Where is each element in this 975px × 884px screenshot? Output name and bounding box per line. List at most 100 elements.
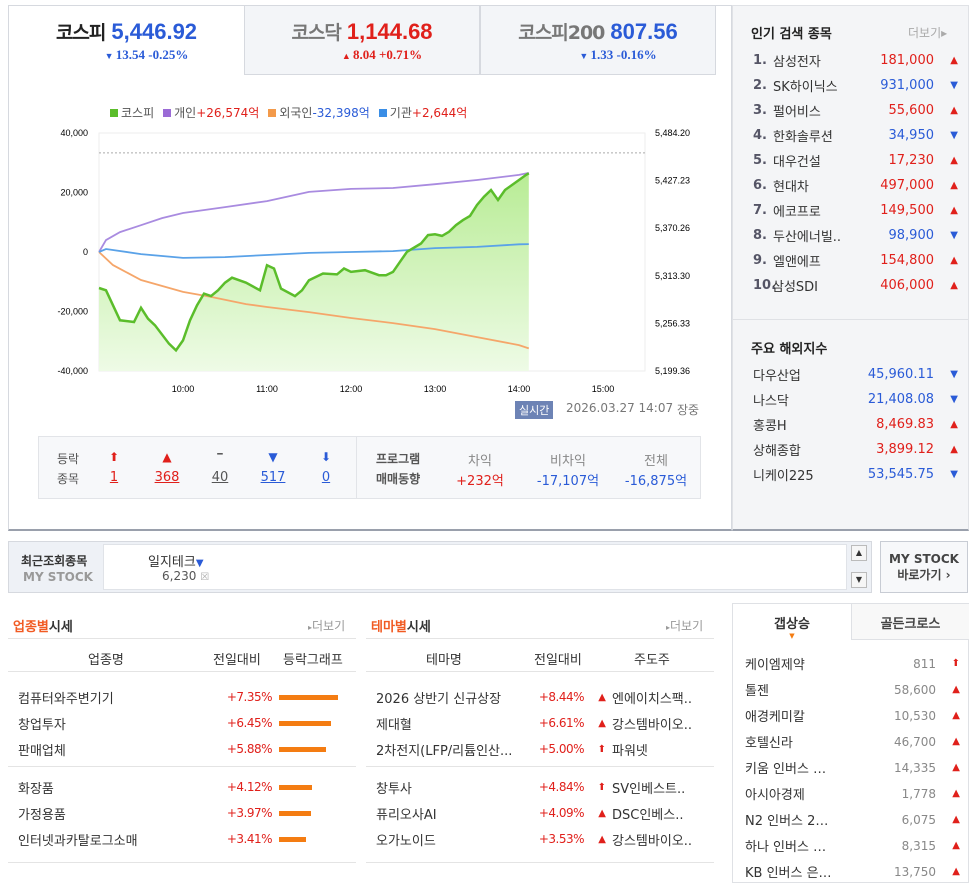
table-row[interactable]: 화장품 +4.12% [18,774,358,800]
gap-stock-item[interactable]: 아시아경제 1,778 ▲ [745,781,960,806]
table-row[interactable]: 2026 상반기 신규상장 +8.44% ▲ 엔에이치스팩.. [376,684,716,710]
program-col-value: -16,875억 [624,474,688,489]
index-value: 21,408.08 [867,392,934,407]
popular-stock-item[interactable]: 4. 한화솔루션 34,950 ▼ [753,123,958,148]
rank: 2. [753,78,767,93]
breadth-count[interactable]: 368 [152,470,182,485]
breadth-item: ⬆ 1 [99,450,129,485]
program-col-value: -17,107억 [536,474,600,489]
gap-stock-item[interactable]: N2 인버스 2… 6,075 ▲ [745,807,960,832]
table-row[interactable]: 퓨리오사AI +4.09% ▲ DSC인베스.. [376,800,716,826]
table-row[interactable]: 제대혈 +6.61% ▲ 강스템바이오.. [376,710,716,736]
realtime-badge: 실시간 [515,401,554,419]
recent-stock-item[interactable]: 일지테크▼ [148,551,204,570]
breadth-arrow-icon: ▼ [268,450,278,464]
up-arrow-icon: ▲ [598,807,606,819]
table-row[interactable]: 컴퓨터와주변기기 +7.35% [18,684,358,710]
index-value: 53,545.75 [867,467,934,482]
leading-stock[interactable]: 강스템바이오.. [612,714,692,733]
gap-stock-item[interactable]: 키움 인버스 … 14,335 ▲ [745,755,960,780]
tab-gap-up[interactable]: 갭상승 ▼ [733,604,851,640]
popular-stock-item[interactable]: 7. 에코프로 149,500 ▲ [753,198,958,223]
up-arrow-icon: ▲ [598,717,606,729]
stock-name: 하나 인버스 … [745,840,827,855]
timestamp: 2026.03.27 14:07 [566,401,674,415]
breadth-count[interactable]: 517 [258,470,288,485]
leading-stock[interactable]: 엔에이치스팩.. [612,688,692,707]
sector-more-link[interactable]: ▸더보기 [308,617,345,634]
rank: 4. [753,128,767,143]
overseas-index-item[interactable]: 니케이225 53,545.75 ▼ [753,462,958,487]
program-label[interactable]: 프로그램 [376,450,420,470]
table-row[interactable]: 판매업체 +5.88% [18,736,358,762]
table-row[interactable]: 오가노이드 +3.53% ▲ 강스템바이오.. [376,826,716,852]
column-header: 주도주 [634,653,670,668]
popular-stock-item[interactable]: 5. 대우건설 17,230 ▲ [753,148,958,173]
popular-more-link[interactable]: 더보기▸ [908,24,947,41]
program-label: 매매동향 [376,472,421,486]
table-row[interactable]: 2차전지(LFP/리튬인산... +5.00% ⬆ 파워넷 [376,736,716,762]
gap-stock-item[interactable]: 톨젠 58,600 ▲ [745,677,960,702]
leading-stock[interactable]: 강스템바이오.. [612,830,692,849]
down-arrow-icon: ▼ [195,558,204,569]
leading-stock[interactable]: DSC인베스.. [612,804,683,823]
down-arrow-icon: ▼ [950,80,958,91]
table-row[interactable]: 창투사 +4.84% ⬆ SV인베스트.. [376,774,716,800]
popular-stock-item[interactable]: 6. 현대차 497,000 ▲ [753,173,958,198]
popular-stock-item[interactable]: 8. 두산에너빌.. 98,900 ▼ [753,223,958,248]
row-change: +3.41% [226,832,273,846]
breadth-count[interactable]: 1 [99,470,129,485]
up-arrow-icon: ▲ [950,255,958,266]
scroll-down-button[interactable]: ▼ [851,572,867,588]
popular-stock-item[interactable]: 2. SK하이닉스 931,000 ▼ [753,73,958,98]
row-change: +4.84% [538,780,585,794]
leading-stock[interactable]: 파워넷 [612,740,648,759]
change-bar [279,694,338,700]
index-name: 홍콩H [753,419,787,434]
popular-stock-item[interactable]: 1. 삼성전자 181,000 ▲ [753,48,958,73]
row-name: 창업투자 [18,717,66,733]
breadth-arrow-icon: ▲ [162,450,172,464]
table-row[interactable]: 가정용품 +3.97% [18,800,358,826]
scroll-up-button[interactable]: ▲ [851,545,867,561]
overseas-index-item[interactable]: 홍콩H 8,469.83 ▲ [753,412,958,437]
stock-price: 6,075 [901,812,936,827]
gap-stock-item[interactable]: 하나 인버스 … 8,315 ▲ [745,833,960,858]
overseas-index-item[interactable]: 나스닥 21,408.08 ▼ [753,387,958,412]
breadth-item: ▲ 368 [152,450,182,485]
stock-price: 497,000 [880,178,934,193]
remove-icon[interactable]: ☒ [200,572,209,583]
breadth-count[interactable]: 40 [205,470,235,485]
gap-stock-item[interactable]: 호텔신라 46,700 ▲ [745,729,960,754]
breadth-count[interactable]: 0 [311,470,341,485]
gap-stock-item[interactable]: KB 인버스 은… 13,750 ▲ [745,859,960,884]
theme-more-link[interactable]: ▸더보기 [666,617,703,634]
overseas-index-item[interactable]: 다우산업 45,960.11 ▼ [753,362,958,387]
rank: 8. [753,228,767,243]
table-row[interactable]: 창업투자 +6.45% [18,710,358,736]
popular-stock-item[interactable]: 9. 엘앤에프 154,800 ▲ [753,248,958,273]
x-tick-label: 11:00 [256,384,278,394]
my-stock-button[interactable]: MY STOCK 바로가기 › [880,541,968,593]
change-bar [279,836,307,842]
breadth-item: ⬇ 0 [311,450,341,485]
down-arrow-icon: ▼ [950,369,958,380]
table-row[interactable]: 인터넷과카탈로그소매 +3.41% [18,826,358,852]
leading-stock[interactable]: SV인베스트.. [612,778,685,797]
stock-price: 98,900 [888,228,935,243]
popular-stock-item[interactable]: 10. 삼성SDI 406,000 ▲ [753,273,958,298]
stock-name: KB 인버스 은… [745,866,832,881]
gap-stock-item[interactable]: 케이엠제약 811 ⬆ [745,651,960,676]
row-change: +6.61% [538,716,585,730]
up-arrow-icon: ▲ [598,833,606,845]
stock-price: 34,950 [888,128,935,143]
column-header: 업종명 [88,653,124,668]
recent-stocks-label: 최근조회종목 [21,554,88,568]
stock-price: 181,000 [880,53,934,68]
stock-price: 17,230 [888,153,935,168]
stock-name: 키움 인버스 … [745,762,827,777]
tab-golden-cross[interactable]: 골든크로스 [851,604,969,640]
popular-stock-item[interactable]: 3. 펄어비스 55,600 ▲ [753,98,958,123]
overseas-index-item[interactable]: 상해종합 3,899.12 ▲ [753,437,958,462]
gap-stock-item[interactable]: 애경케미칼 10,530 ▲ [745,703,960,728]
